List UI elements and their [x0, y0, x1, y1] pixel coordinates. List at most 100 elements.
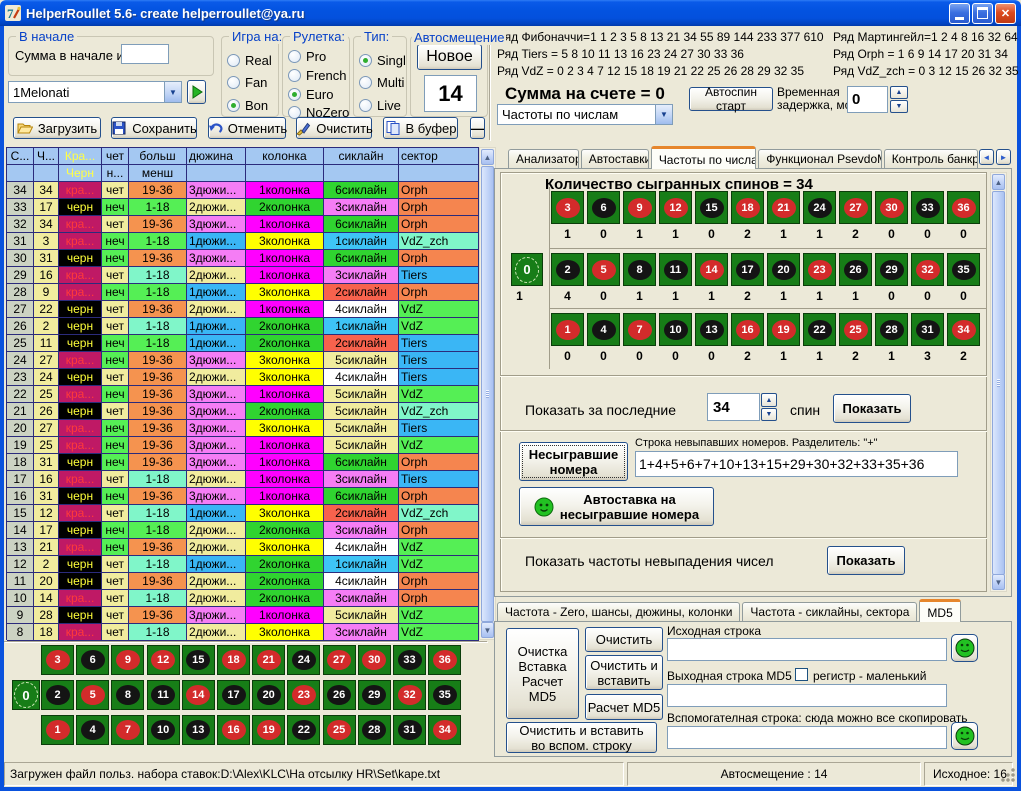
table-header-cell[interactable]: сектор — [399, 148, 479, 165]
radio-option[interactable]: Bon — [227, 98, 268, 113]
md5-run-button[interactable] — [951, 634, 978, 662]
radio-icon[interactable] — [288, 50, 301, 63]
delay-spin-up[interactable]: ▲ — [890, 86, 908, 99]
table-row[interactable]: 122чернчет1-181дюжи...2колонка1сиклайнVd… — [7, 556, 479, 573]
minimize-button[interactable] — [949, 3, 970, 24]
table-row[interactable]: 1014кра...чет1-182дюжи...2колонка3сиклай… — [7, 590, 479, 607]
table-row[interactable]: 3317черннеч1-182дюжи...2колонка3сиклайнO… — [7, 199, 479, 216]
table-header-cell[interactable]: колонка — [246, 148, 324, 165]
roulette-number-cell[interactable]: 1 — [41, 715, 74, 745]
table-header-cell[interactable]: С... — [7, 148, 34, 165]
roulette-number-cell[interactable]: 5 — [76, 680, 109, 710]
radio-option[interactable]: Real — [227, 53, 272, 68]
table-row[interactable]: 1417черннеч1-182дюжи...2колонка3сиклайнO… — [7, 522, 479, 539]
roulette-number-cell[interactable]: 22 — [287, 715, 320, 745]
table-row[interactable]: 1831черннеч19-363дюжи...1колонка6сиклайн… — [7, 454, 479, 471]
tab-scroll-left-icon[interactable]: ◄ — [979, 149, 994, 165]
scroll-up-icon[interactable]: ▲ — [992, 174, 1005, 190]
roulette-number-cell[interactable]: 4 — [76, 715, 109, 745]
toolbar-button-1[interactable]: Загрузить — [13, 117, 101, 139]
table-row[interactable]: 2722чернчет19-362дюжи...1колонка4сиклайн… — [7, 301, 479, 318]
missed-numbers-input[interactable] — [635, 451, 958, 477]
show-last-spin-down[interactable]: ▼ — [761, 408, 777, 421]
title-bar[interactable]: 7 HelperRoullet 5.6- create helperroulle… — [0, 0, 1021, 26]
roulette-number-cell[interactable]: 23 — [287, 680, 320, 710]
radio-icon[interactable] — [227, 99, 240, 112]
table-row[interactable]: 2511черннеч1-181дюжи...2колонка2сиклайнT… — [7, 335, 479, 352]
roulette-number-cell[interactable]: 13 — [182, 715, 215, 745]
toolbar-button-4[interactable]: Очистить — [296, 117, 372, 139]
toolbar-button-6[interactable]: — — [470, 117, 485, 139]
roulette-number-cell[interactable]: 31 — [393, 715, 426, 745]
table-header-cell[interactable]: дюжина — [187, 148, 246, 165]
table-row[interactable]: 2427кра...неч19-363дюжи...3колонка5сикла… — [7, 352, 479, 369]
resize-grip[interactable] — [1001, 768, 1015, 782]
toolbar-button-5[interactable]: В буфер — [383, 117, 458, 139]
roulette-number-cell[interactable]: 16 — [217, 715, 250, 745]
table-header-cell[interactable]: больш — [129, 148, 187, 165]
roulette-number-cell[interactable]: 2 — [41, 680, 74, 710]
table-row[interactable]: 3234кра...чет19-363дюжи...1колонка6сикла… — [7, 216, 479, 233]
table-header-cell[interactable] — [7, 165, 34, 182]
table-row[interactable]: 262чернчет1-181дюжи...2колонка1сиклайнVd… — [7, 318, 479, 335]
roulette-number-cell[interactable]: 7 — [111, 715, 144, 745]
roulette-number-cell[interactable]: 20 — [252, 680, 285, 710]
roulette-number-cell[interactable]: 26 — [323, 680, 356, 710]
table-row[interactable]: 928чернчет19-363дюжи...1колонка5сиклайнV… — [7, 607, 479, 624]
md5-clear-button[interactable]: Очистить — [585, 627, 663, 652]
roulette-number-cell[interactable]: 10 — [147, 715, 180, 745]
md5-clear-insert-calc-button[interactable]: Очистка Вставка Расчет MD5 — [506, 628, 579, 719]
table-row[interactable]: 2126чернчет19-363дюжи...2колонка5сиклайн… — [7, 403, 479, 420]
radio-icon[interactable] — [288, 69, 301, 82]
missed-numbers-button[interactable]: Несыгравшие номера — [519, 442, 628, 481]
radio-option[interactable]: French — [288, 68, 346, 83]
tab-bottom-3[interactable]: MD5 — [919, 599, 960, 622]
mode-combobox[interactable]: Частоты по числам ▼ — [497, 104, 673, 125]
radio-icon[interactable] — [359, 99, 372, 112]
roulette-number-cell[interactable]: 9 — [111, 645, 144, 675]
table-row[interactable]: 3434кра...чет19-363дюжи...1колонка6сикла… — [7, 182, 479, 199]
register-checkbox[interactable] — [795, 668, 808, 681]
tab-scroll-right-icon[interactable]: ► — [996, 149, 1011, 165]
roulette-number-cell[interactable]: 33 — [393, 645, 426, 675]
table-header-cell[interactable] — [34, 165, 59, 182]
roulette-number-cell[interactable]: 28 — [358, 715, 391, 745]
table-header-cell[interactable]: сиклайн — [324, 148, 399, 165]
table-header-cell[interactable]: Черн — [59, 165, 102, 182]
table-row[interactable]: 1716кра...чет1-182дюжи...1колонка3сиклай… — [7, 471, 479, 488]
roulette-number-cell[interactable]: 14 — [182, 680, 215, 710]
delay-spin-down[interactable]: ▼ — [890, 100, 908, 113]
roulette-number-cell[interactable]: 12 — [147, 645, 180, 675]
radio-icon[interactable] — [227, 54, 240, 67]
radio-option[interactable]: Live — [359, 98, 401, 113]
tab-top-4[interactable]: Функционал PsevdoMS — [758, 149, 881, 169]
tab-top-1[interactable]: Анализатор — [508, 149, 579, 169]
run-preset-button[interactable] — [187, 80, 206, 104]
table-row[interactable]: 818кра...чет1-182дюжи...3колонка3сиклайн… — [7, 624, 479, 641]
roulette-number-cell[interactable]: 8 — [111, 680, 144, 710]
roulette-number-cell[interactable]: 11 — [147, 680, 180, 710]
roulette-number-cell[interactable]: 24 — [287, 645, 320, 675]
roulette-number-cell[interactable]: 25 — [323, 715, 356, 745]
tab-top-3[interactable]: Частоты по числам — [651, 146, 756, 169]
table-row[interactable]: 1512кра...чет1-181дюжи...3колонка2сиклай… — [7, 505, 479, 522]
tab-top-2[interactable]: Автоставки — [581, 149, 649, 169]
scroll-up-icon[interactable]: ▲ — [481, 149, 494, 165]
table-header-cell[interactable] — [324, 165, 399, 182]
md5-output-input[interactable] — [667, 684, 947, 707]
start-sum-input[interactable] — [121, 44, 169, 64]
roulette-number-cell[interactable]: 6 — [76, 645, 109, 675]
radio-option[interactable]: Euro — [288, 87, 333, 102]
md5-clear-insert-aux-button[interactable]: Очистить и вставить во вспом. строку — [506, 722, 657, 753]
tab-top-5[interactable]: Контроль банкро — [884, 149, 978, 169]
chevron-down-icon[interactable]: ▼ — [164, 82, 181, 102]
show-last-value[interactable]: 34 — [707, 393, 760, 421]
preset-combobox[interactable]: 1Melonati ▼ — [8, 81, 182, 103]
autospin-start-button[interactable]: Автоспин старт — [689, 87, 773, 111]
table-row[interactable]: 1631черннеч19-363дюжи...1колонка6сиклайн… — [7, 488, 479, 505]
radio-icon[interactable] — [227, 76, 240, 89]
radio-icon[interactable] — [288, 88, 301, 101]
roulette-number-cell[interactable]: 19 — [252, 715, 285, 745]
table-row[interactable]: 313кра...неч1-181дюжи...3колонка1сиклайн… — [7, 233, 479, 250]
roulette-zero-cell[interactable]: 0 — [12, 680, 40, 710]
